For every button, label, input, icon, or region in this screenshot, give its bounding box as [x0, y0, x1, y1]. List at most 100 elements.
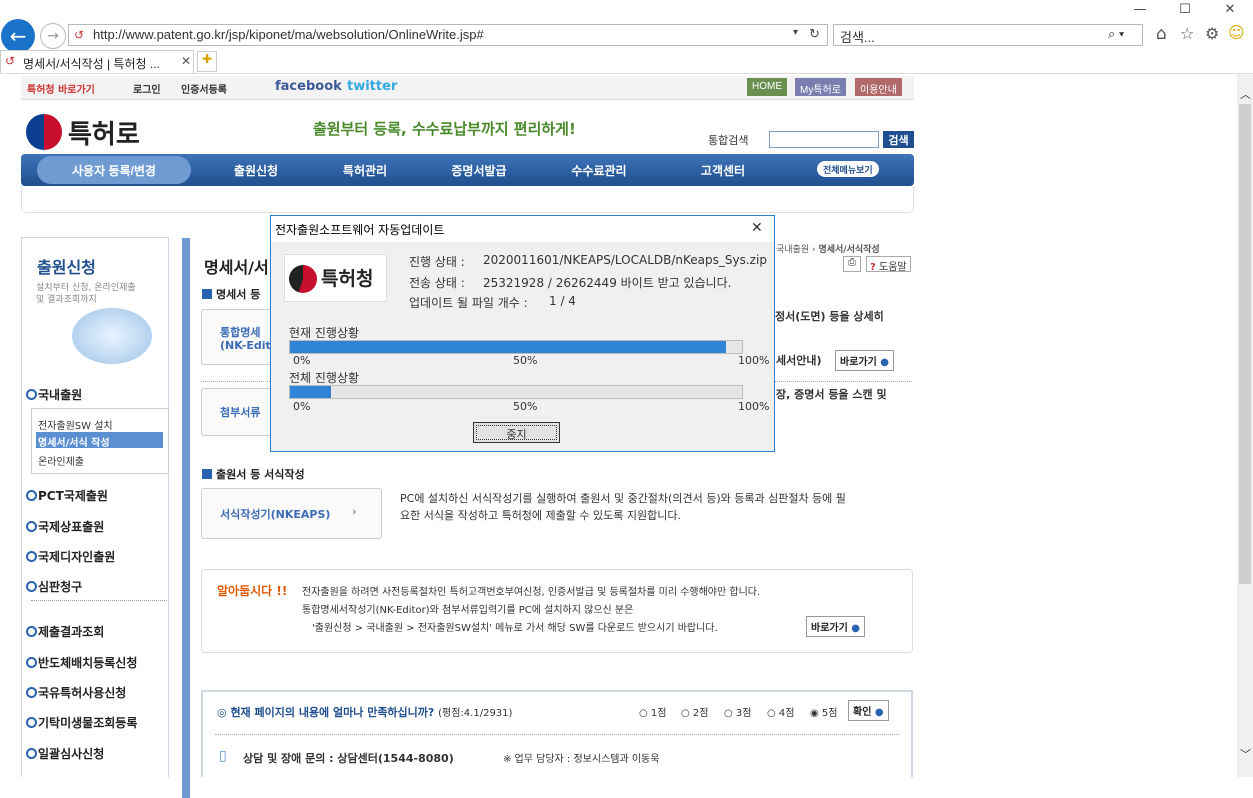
nkeaps-box[interactable]: 서식작성기(NKEAPS) ›: [201, 488, 382, 539]
desc-1: 정서(도면) 등을 상세히: [775, 310, 884, 323]
desc-1b: 세서안내): [776, 354, 822, 367]
sidebar-item-state-patent[interactable]: 국유특허사용신청: [25, 684, 126, 701]
sidebar-sub-sw-install[interactable]: 전자출원SW 설치: [38, 417, 113, 432]
survey-confirm-button[interactable]: 확인 ●: [848, 700, 889, 721]
sidebar-item-semiconductor[interactable]: 반도체배치등록신청: [25, 654, 137, 671]
tab-favicon-icon: ↺: [5, 54, 16, 68]
contact-manager: ※ 업무 담당자 : 정보시스템과 이동욱: [503, 754, 660, 765]
search-placeholder: 검색...: [840, 30, 875, 45]
tot-tick-0: 0%: [293, 400, 311, 413]
help-button[interactable]: ? 도움말: [866, 256, 911, 273]
desc-3b: 요한 서식을 작성하고 특허청에 제출할 수 있도록 지원합니다.: [400, 509, 681, 522]
survey-option-3[interactable]: ○ 3점: [724, 704, 751, 719]
cur-tick-50: 50%: [513, 354, 538, 367]
arrow-icon: ›: [352, 505, 357, 518]
tot-tick-100: 100%: [738, 400, 770, 413]
breadcrumb: 국내출원 › 명세서/서식작성: [776, 245, 880, 255]
site-logo[interactable]: 특허로: [68, 114, 140, 151]
survey-option-4[interactable]: ○ 4점: [767, 704, 794, 719]
go-button-1[interactable]: 바로가기 ●: [835, 350, 895, 371]
address-text: http://www.patent.go.kr/jsp/kiponet/ma/w…: [93, 27, 484, 42]
sidebar-item-result[interactable]: 제출결과조회: [25, 623, 104, 640]
survey-option-2[interactable]: ○ 2점: [681, 704, 708, 719]
cur-tick-0: 0%: [293, 354, 311, 367]
dialog-close-icon[interactable]: ✕: [751, 220, 763, 236]
tab-close-icon[interactable]: ✕: [181, 54, 191, 68]
sidebar-item-trial[interactable]: 심판청구: [25, 578, 82, 595]
home-icon[interactable]: ⌂: [1156, 24, 1167, 44]
print-icon[interactable]: ⎙: [843, 256, 861, 272]
sidebar-item-microbe[interactable]: 기탁미생물조회등록: [25, 714, 137, 731]
address-bar[interactable]: ↺ http://www.patent.go.kr/jsp/kiponet/ma…: [68, 24, 828, 46]
login-link[interactable]: 로그인: [133, 81, 161, 96]
sub-nav-bar: [21, 186, 914, 213]
transfer-label: 전송 상태 :: [409, 276, 465, 290]
favorites-star-icon[interactable]: ☆: [1180, 24, 1194, 43]
my-patent-button[interactable]: My특허로: [795, 78, 846, 96]
sidebar-item-pct[interactable]: PCT국제출원: [26, 487, 108, 504]
settings-gear-icon[interactable]: ⚙: [1205, 24, 1219, 43]
logo-emblem-icon: [26, 114, 62, 150]
status-label: 진행 상태 :: [409, 255, 465, 269]
guide-button[interactable]: 이용안내: [855, 78, 902, 96]
refresh-icon[interactable]: ↻: [809, 26, 820, 42]
phone-icon: ▯: [219, 748, 227, 764]
sidebar-sub-online-submit[interactable]: 온라인제출: [38, 453, 84, 468]
site-favicon-icon: ↺: [74, 28, 85, 42]
nav-fee[interactable]: 수수료관리: [559, 162, 639, 179]
nav-customer[interactable]: 고객센터: [683, 162, 763, 179]
notice-title: 알아둡시다 !!: [217, 584, 288, 598]
sidebar-sub-spec-write[interactable]: 명세서/서식 작성: [38, 434, 110, 449]
survey-option-1[interactable]: ○ 1점: [639, 704, 666, 719]
dialog-logo: 특허청: [284, 254, 387, 302]
scroll-up-icon[interactable]: ︿: [1240, 86, 1251, 102]
transfer-value: 25321928 / 26262449 바이트 받고 있습니다.: [483, 276, 732, 290]
site-search-button[interactable]: 검색: [883, 131, 914, 148]
tab-title: 명세서/서식작성 | 특허청 ...: [23, 57, 160, 71]
sidebar-item-batch-exam[interactable]: 일괄심사신청: [25, 745, 104, 762]
status-value: 2020011601/NKEAPS/LOCALDB/nKeaps_Sys.zip: [483, 253, 767, 267]
forward-icon[interactable]: →: [40, 23, 66, 49]
nk-editor-box[interactable]: 통합명세 (NK-Edit: [201, 309, 281, 365]
dropdown-icon[interactable]: ▾: [793, 27, 798, 38]
vertical-scrollbar[interactable]: ︿ ﹀: [1237, 74, 1253, 777]
nav-certificate[interactable]: 증명서발급: [439, 162, 519, 179]
smiley-icon[interactable]: ☺: [1228, 23, 1245, 42]
attachment-box[interactable]: 첨부서류: [201, 388, 281, 436]
scroll-thumb[interactable]: [1239, 104, 1251, 584]
nav-patent-manage[interactable]: 특허관리: [325, 162, 405, 179]
sidebar-item-domestic[interactable]: 국내출원: [25, 386, 82, 403]
sidebar-item-intl-trademark[interactable]: 국제상표출원: [25, 518, 104, 535]
kipo-emblem-icon: [289, 265, 317, 293]
collapse-icon[interactable]: ‹: [179, 252, 183, 262]
sidebar-desc: 설치부터 신청, 온라인제출 및 결과조회까지: [36, 283, 136, 305]
section-spec-title: 명세서 등: [202, 286, 260, 302]
twitter-link[interactable]: twitter: [347, 79, 397, 94]
minimize-icon[interactable]: —: [1130, 2, 1150, 20]
browser-tab[interactable]: ↺ 명세서/서식작성 | 특허청 ... ✕: [0, 50, 194, 73]
files-label: 업데이트 될 파일 개수 :: [409, 296, 528, 310]
survey-question: ◎ 현재 페이지의 내용에 얼마나 만족하십니까? (평점:4.1/2931): [217, 706, 513, 719]
dialog-titlebar[interactable]: 전자출원소프트웨어 자동업데이트 ✕: [271, 216, 774, 242]
close-window-icon[interactable]: ✕: [1220, 2, 1240, 20]
home-button[interactable]: HOME: [747, 78, 787, 96]
survey-option-5[interactable]: ◉ 5점: [810, 704, 837, 719]
desc-2: 장, 증명서 등을 스캔 및: [776, 388, 887, 401]
maximize-icon[interactable]: ☐: [1175, 2, 1195, 20]
site-search-input[interactable]: [769, 131, 879, 148]
go-button-2[interactable]: 바로가기 ●: [806, 616, 866, 637]
dialog-logo-text: 특허청: [321, 268, 374, 290]
sidebar-item-intl-design[interactable]: 국제디자인출원: [25, 548, 115, 565]
stop-button[interactable]: 중지: [473, 422, 560, 443]
scroll-down-icon[interactable]: ﹀: [1240, 746, 1251, 762]
new-tab-icon[interactable]: ✚: [197, 51, 217, 72]
all-menu-button[interactable]: 전체메뉴보기: [817, 161, 879, 177]
facebook-link[interactable]: facebook: [275, 79, 342, 94]
back-icon[interactable]: ←: [1, 19, 35, 53]
cert-register-link[interactable]: 인증서등록: [181, 81, 227, 96]
search-icon[interactable]: ⌕ ▾: [1108, 26, 1124, 42]
nav-user-register[interactable]: 사용자 등록/변경: [51, 162, 177, 179]
nav-application[interactable]: 출원신청: [216, 162, 296, 179]
browser-search-input[interactable]: 검색... ⌕ ▾: [833, 24, 1143, 46]
kipo-link[interactable]: 특허청 바로가기: [27, 81, 95, 96]
